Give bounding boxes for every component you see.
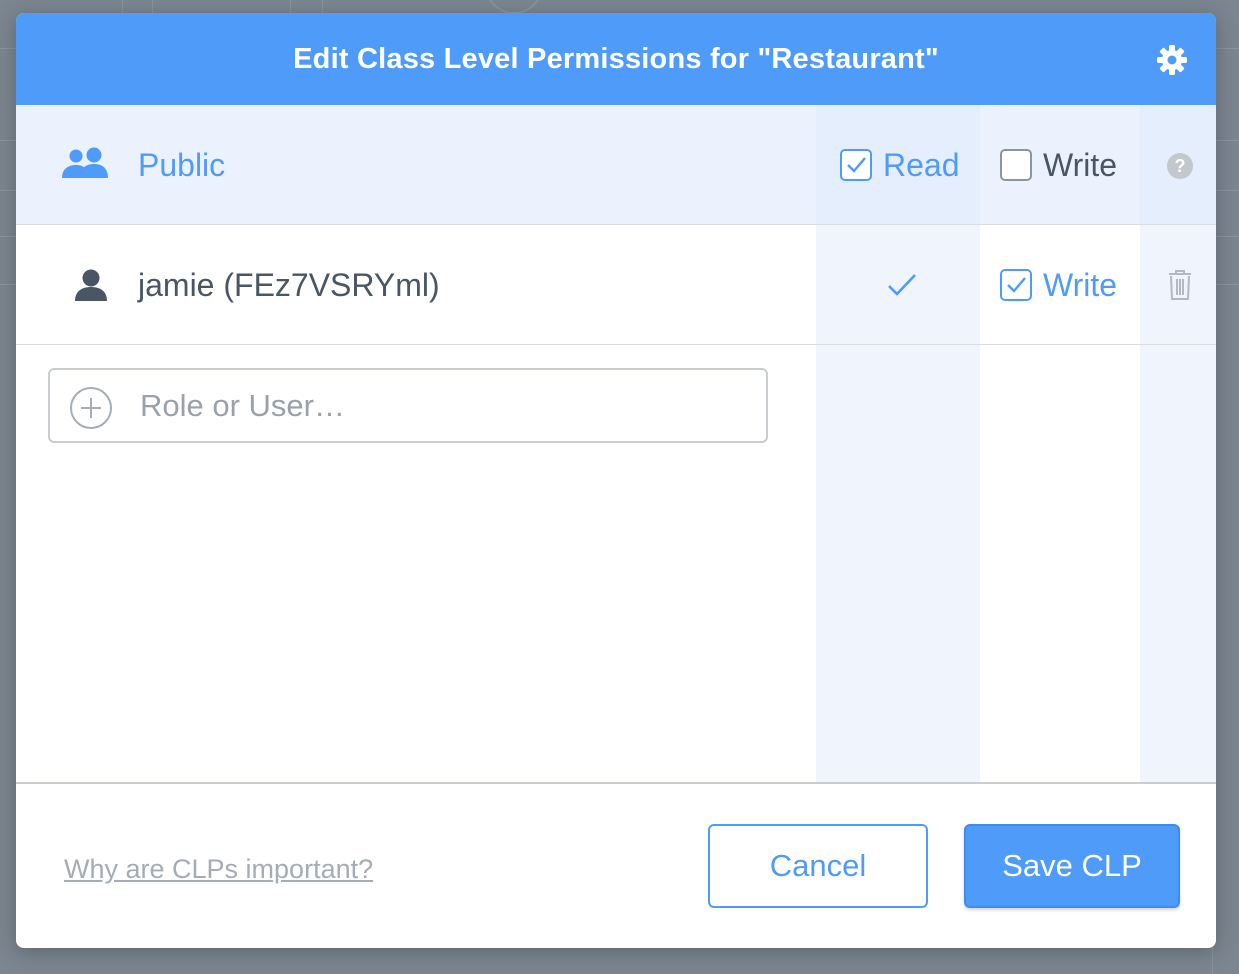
checkbox-unchecked[interactable]	[1000, 149, 1032, 181]
clp-help-link[interactable]: Why are CLPs important?	[64, 854, 373, 885]
users-icon	[60, 147, 112, 186]
background-col-line	[152, 0, 153, 14]
read-label: Read	[883, 146, 960, 183]
read-checkbox-public[interactable]: Read	[840, 105, 960, 225]
user-icon	[74, 268, 108, 307]
check-icon	[1007, 277, 1026, 293]
entity-name: jamie (FEz7VSRYml)	[138, 267, 440, 303]
background-circle	[485, 0, 543, 14]
background-col-line	[122, 0, 123, 14]
write-label: Write	[1043, 266, 1118, 303]
add-role-or-user-field[interactable]	[48, 368, 768, 443]
save-clp-button[interactable]: Save CLP	[964, 824, 1180, 908]
plus-circle-icon[interactable]	[70, 387, 112, 429]
background-col-line	[290, 0, 291, 14]
entity-name: Public	[138, 147, 226, 183]
permission-row-public: Public Read Write ?	[16, 105, 1216, 225]
trash-icon[interactable]	[1168, 270, 1192, 305]
cancel-button[interactable]: Cancel	[708, 824, 928, 908]
permission-row-user: jamie (FEz7VSRYml) Write	[16, 225, 1216, 345]
write-checkbox-user[interactable]: Write	[1000, 225, 1117, 345]
modal-footer: Why are CLPs important? Cancel Save CLP	[16, 782, 1216, 948]
clp-modal: Edit Class Level Permissions for "Restau…	[16, 13, 1216, 948]
background-col-line	[322, 0, 323, 14]
write-label: Write	[1043, 146, 1118, 183]
write-checkbox-public[interactable]: Write	[1000, 105, 1117, 225]
checkbox-checked[interactable]	[1000, 269, 1032, 301]
checkbox-checked[interactable]	[840, 149, 872, 181]
modal-title: Edit Class Level Permissions for "Restau…	[293, 42, 939, 75]
modal-header: Edit Class Level Permissions for "Restau…	[16, 13, 1216, 105]
check-icon	[847, 157, 866, 173]
role-or-user-input[interactable]	[140, 370, 740, 441]
gear-icon[interactable]	[1156, 44, 1188, 76]
help-icon[interactable]: ?	[1167, 153, 1193, 179]
read-check-icon[interactable]	[886, 271, 918, 304]
